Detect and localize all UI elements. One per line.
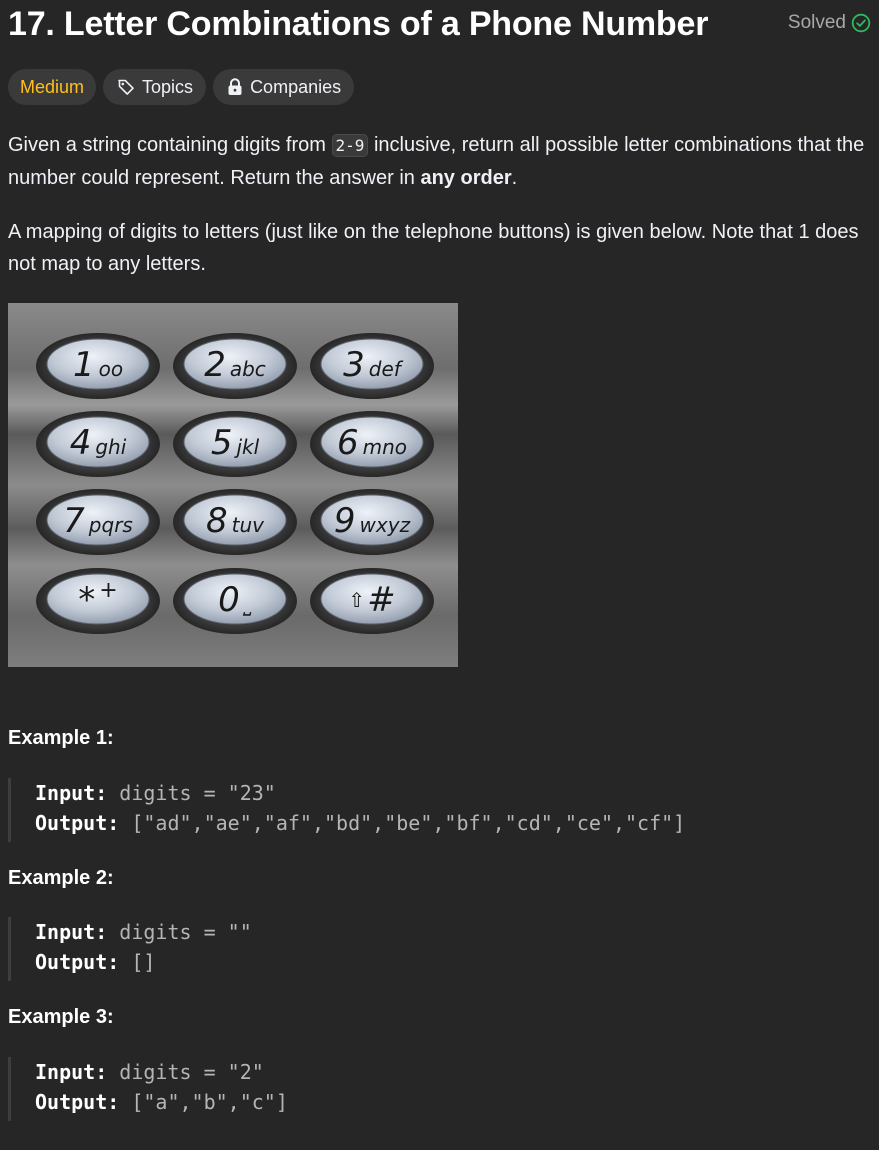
telephone-keypad-image: 1 oo 2 abc 3 def 4 ghi 5 jkl 6 mno 7 pqrs 8 tuv 9 wxyz * +0… xyxy=(8,303,458,667)
topics-button[interactable]: Topics xyxy=(103,69,207,105)
output-label: Output: xyxy=(35,811,120,835)
keypad-key-4: 4 ghi xyxy=(36,411,160,477)
difficulty-badge[interactable]: Medium xyxy=(8,69,97,105)
keypad-key-9: 9 wxyz xyxy=(310,489,434,555)
keypad-key-5: 5 jkl xyxy=(173,411,297,477)
key-letters: def xyxy=(369,357,404,381)
keypad-key-2: 2 abc xyxy=(173,333,297,399)
inline-code-digit-range: 2-9 xyxy=(331,134,369,157)
key-digit: 8 xyxy=(206,501,228,541)
key-digit: 9 xyxy=(334,501,356,541)
input-value: digits = "2" xyxy=(107,1060,264,1084)
key-letters: oo xyxy=(99,357,123,381)
key-letters: + xyxy=(99,578,117,603)
key-digit: 7 xyxy=(63,501,85,541)
example-2-input: Input: digits = "" xyxy=(35,917,808,947)
example-2-output: Output: [] xyxy=(35,947,808,977)
key-digit: 3 xyxy=(343,345,365,385)
output-label: Output: xyxy=(35,1090,120,1114)
emphasis-any-order: any order xyxy=(420,167,512,189)
key-digit: 1 xyxy=(73,345,95,385)
problem-description-panel: 17. Letter Combinations of a Phone Numbe… xyxy=(0,0,879,1150)
keypad-key-0: 0 ⎵ xyxy=(173,568,297,634)
difficulty-label: Medium xyxy=(20,76,85,97)
key-digit: 2 xyxy=(204,345,226,385)
output-label: Output: xyxy=(35,950,120,974)
output-value: [] xyxy=(119,950,156,974)
input-label: Input: xyxy=(35,920,108,944)
example-1-title: Example 1: xyxy=(8,727,114,749)
example-2-block: Input: digits = "" Output: [] xyxy=(8,917,808,981)
key-digit: * xyxy=(78,580,95,620)
input-label: Input: xyxy=(35,781,108,805)
keypad-key-hash: ⇧# xyxy=(310,568,434,634)
output-value: ["a","b","c"] xyxy=(119,1090,288,1114)
key-digit: 6 xyxy=(337,423,359,463)
key-letters: tuv xyxy=(232,513,266,537)
description-text: Given a string containing digits from xyxy=(8,134,332,156)
input-label: Input: xyxy=(35,1060,108,1084)
check-circle-icon xyxy=(851,13,871,33)
description-paragraph-2: A mapping of digits to letters (just lik… xyxy=(8,221,859,275)
key-digit: 4 xyxy=(70,423,92,463)
description-paragraph-1: Given a string containing digits from 2-… xyxy=(8,129,870,194)
key-letters: jkl xyxy=(233,435,259,459)
example-2-title: Example 2: xyxy=(8,867,114,889)
companies-button[interactable]: Companies xyxy=(213,69,355,105)
keypad-key-star: * + xyxy=(36,568,160,634)
solved-status: Solved xyxy=(788,12,871,34)
key-digit: 0 xyxy=(218,580,240,620)
output-value: ["ad","ae","af","bd","be","bf","cd","ce"… xyxy=(119,811,686,835)
key-letters: abc xyxy=(230,357,266,381)
key-letters: ghi xyxy=(95,435,126,459)
tag-icon xyxy=(118,79,134,95)
tag-row: Medium Topics Companies xyxy=(8,69,355,105)
keypad-key-6: 6 mno xyxy=(310,411,434,477)
lock-icon xyxy=(228,78,242,95)
key-digit: 5 xyxy=(211,423,233,463)
keypad-key-8: 8 tuv xyxy=(173,489,297,555)
keypad-key-3: 3 def xyxy=(310,333,434,399)
example-3-block: Input: digits = "2" Output: ["a","b","c"… xyxy=(8,1057,808,1121)
example-3-input: Input: digits = "2" xyxy=(35,1057,808,1087)
title-row: 17. Letter Combinations of a Phone Numbe… xyxy=(8,2,871,46)
solved-label: Solved xyxy=(787,12,846,33)
telephone-keypad-illustration: 1 oo 2 abc 3 def4 ghi 5 jkl 6 mno7 pqrs 8 tuv 9 wxyz* +0… xyxy=(8,303,458,667)
example-1-block: Input: digits = "23" Output: ["ad","ae",… xyxy=(8,778,808,842)
companies-label: Companies xyxy=(250,76,342,97)
key-letters: ⇧ xyxy=(348,588,365,612)
problem-title[interactable]: 17. Letter Combinations of a Phone Numbe… xyxy=(8,2,708,46)
example-1-input: Input: digits = "23" xyxy=(35,778,808,808)
key-letters: mno xyxy=(363,435,407,459)
keypad-key-7: 7 pqrs xyxy=(36,489,160,555)
key-digit: # xyxy=(367,580,396,620)
key-letters: ⎵ xyxy=(243,592,252,616)
example-1-output: Output: ["ad","ae","af","bd","be","bf","… xyxy=(35,808,808,838)
topics-label: Topics xyxy=(142,76,194,97)
keypad-key-1: 1 oo xyxy=(36,333,160,399)
description-text: . xyxy=(511,167,518,189)
example-3-title: Example 3: xyxy=(8,1006,114,1028)
input-value: digits = "" xyxy=(107,920,252,944)
key-letters: wxyz xyxy=(360,513,411,537)
example-3-output: Output: ["a","b","c"] xyxy=(35,1087,808,1117)
input-value: digits = "23" xyxy=(107,781,276,805)
key-letters: pqrs xyxy=(88,513,133,537)
